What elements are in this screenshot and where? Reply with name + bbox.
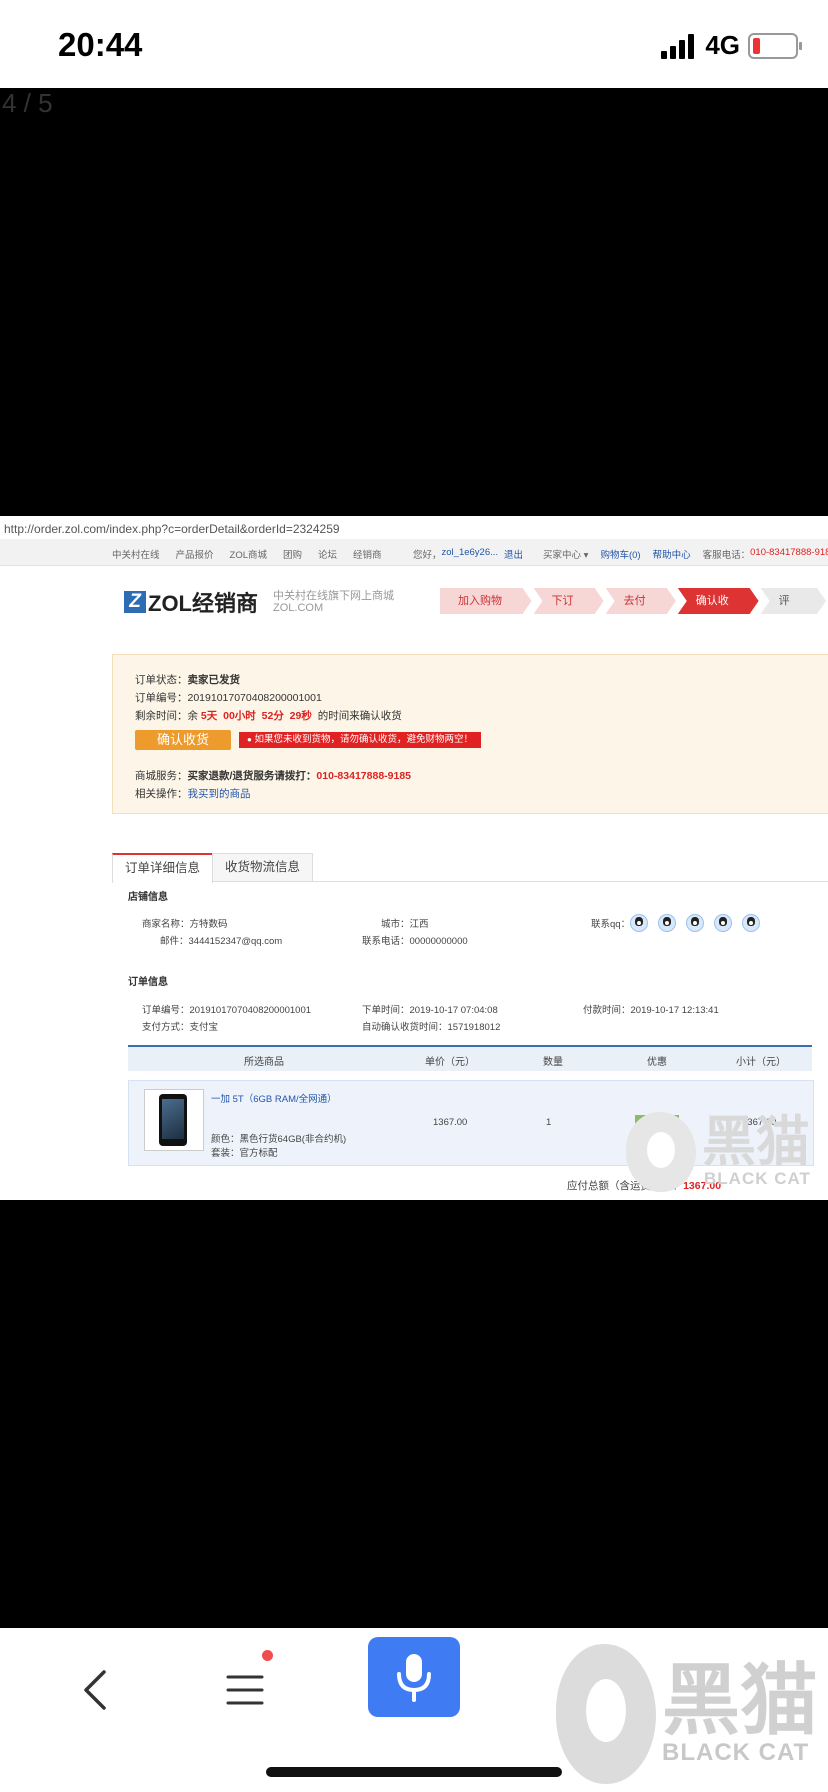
warning-banner: ● 如果您未收到货物，请勿确认收货，避免财物两空！ bbox=[239, 732, 481, 748]
quantity: 1 bbox=[546, 1117, 552, 1128]
slogan: 中关村在线旗下网上商城 ZOL.COM bbox=[273, 590, 394, 614]
order-status-box: 订单状态：卖家已发货 订单编号：20191017070408200001001 … bbox=[112, 654, 828, 814]
confirm-receipt-button[interactable]: 确认收货 bbox=[135, 730, 231, 750]
notification-dot bbox=[262, 1650, 273, 1661]
back-icon[interactable] bbox=[78, 1668, 114, 1712]
battery-icon bbox=[748, 32, 802, 59]
qq-contacts bbox=[630, 914, 770, 932]
tab-logistics[interactable]: 收货物流信息 bbox=[212, 853, 314, 881]
qq-icon[interactable] bbox=[686, 914, 704, 932]
step-add-cart: 加入购物车 bbox=[440, 588, 532, 614]
image-pager: 4 / 5 bbox=[2, 88, 53, 118]
step-confirm-receipt: 确认收货 bbox=[678, 588, 759, 614]
microphone-icon bbox=[397, 1654, 431, 1702]
store-info-heading: 店铺信息 bbox=[128, 892, 168, 903]
cat-logo-icon bbox=[556, 1644, 656, 1784]
service-phone: 010-83417888-9185 bbox=[750, 547, 828, 558]
logo-text: ZOL经销商 bbox=[148, 591, 258, 616]
topnav-group[interactable]: 团购 bbox=[283, 547, 302, 561]
topnav-dealer[interactable]: 经销商 bbox=[353, 547, 382, 561]
username-link[interactable]: zol_1e6y26... bbox=[442, 547, 499, 561]
product-color: 黑色行货64GB(非合约机) bbox=[239, 1134, 347, 1145]
product-table-header: 所选商品 单价（元） 数量 优惠 小计（元） bbox=[128, 1045, 812, 1071]
mall-service-phone: 010-83417888-9185 bbox=[316, 770, 412, 782]
buyer-center-menu[interactable]: 买家中心 ▾ bbox=[543, 547, 588, 561]
order-time: 2019-10-17 07:04:08 bbox=[409, 1005, 498, 1016]
network-type: 4G bbox=[705, 30, 740, 60]
logo-mark: Z bbox=[124, 591, 146, 613]
step-pay: 去付款 bbox=[606, 588, 676, 614]
cat-logo-icon bbox=[626, 1112, 696, 1192]
product-image[interactable] bbox=[144, 1089, 204, 1151]
signal-icon bbox=[661, 33, 697, 59]
logout-link[interactable]: 退出 bbox=[504, 547, 523, 561]
browser-toolbar: 黑猫 BLACK CAT bbox=[0, 1628, 828, 1792]
service-label: 客服电话： bbox=[702, 550, 751, 561]
merchant-phone: 00000000000 bbox=[409, 936, 468, 947]
unit-price: 1367.00 bbox=[433, 1117, 468, 1128]
home-indicator[interactable] bbox=[266, 1767, 562, 1777]
order-info-heading: 订单信息 bbox=[128, 977, 168, 988]
merchant-name: 方特数码 bbox=[189, 919, 228, 930]
cart-link[interactable]: 购物车(0) bbox=[600, 547, 640, 561]
product-package: 官方标配 bbox=[239, 1148, 278, 1159]
topnav-price[interactable]: 产品报价 bbox=[176, 547, 214, 561]
qq-icon[interactable] bbox=[742, 914, 760, 932]
qq-label: 联系qq： bbox=[591, 919, 631, 930]
order-number: 20191017070408200001001 bbox=[187, 692, 322, 704]
help-link[interactable]: 帮助中心 bbox=[653, 547, 691, 561]
page-url: http://order.zol.com/index.php?c=orderDe… bbox=[4, 522, 340, 536]
pay-time: 2019-10-17 12:13:41 bbox=[630, 1005, 719, 1016]
status-bar: 20:44 4G bbox=[0, 0, 828, 88]
top-nav: 中关村在线 产品报价 ZOL商城 团购 论坛 经销商 您好， zol_1e6y2… bbox=[0, 539, 828, 566]
my-purchases-link[interactable]: 我买到的商品 bbox=[188, 788, 251, 800]
order-status: 卖家已发货 bbox=[187, 674, 241, 686]
zol-logo[interactable]: Z ZOL经销商 bbox=[124, 586, 258, 618]
qq-icon[interactable] bbox=[630, 914, 648, 932]
remaining-time: 剩余时间：余 5天 00小时 52分 29秒 的时间来确认收货 bbox=[135, 710, 402, 722]
tab-order-detail[interactable]: 订单详细信息 bbox=[112, 853, 214, 883]
step-review: 评价 bbox=[761, 588, 826, 614]
merchant-email: 3444152347@qq.com bbox=[188, 936, 283, 947]
order-detail-screenshot: http://order.zol.com/index.php?c=orderDe… bbox=[0, 516, 828, 1200]
menu-icon[interactable] bbox=[226, 1670, 266, 1710]
black-cat-watermark-bottom: 黑猫 BLACK CAT bbox=[556, 1644, 818, 1784]
black-cat-watermark: 黑猫 BLACK CAT bbox=[626, 1112, 811, 1192]
voice-search-button[interactable] bbox=[368, 1637, 460, 1717]
city: 江西 bbox=[409, 919, 429, 930]
topnav-forum[interactable]: 论坛 bbox=[318, 547, 337, 561]
detail-tabs: 订单详细信息 收货物流信息 bbox=[112, 851, 828, 883]
product-name-link[interactable]: 一加 5T（6GB RAM/全网通） bbox=[211, 1091, 337, 1105]
order-progress-steps: 加入购物车 下订单 去付款 确认收货 评价 bbox=[440, 588, 828, 614]
qq-icon[interactable] bbox=[658, 914, 676, 932]
status-time: 20:44 bbox=[58, 26, 143, 63]
greeting: 您好， bbox=[413, 550, 442, 561]
auto-confirm-time: 1571918012 bbox=[447, 1022, 501, 1033]
step-place-order: 下订单 bbox=[534, 588, 604, 614]
topnav-mall[interactable]: ZOL商城 bbox=[230, 547, 267, 561]
pay-method: 支付宝 bbox=[189, 1022, 219, 1033]
topnav-zol[interactable]: 中关村在线 bbox=[112, 547, 160, 561]
qq-icon[interactable] bbox=[714, 914, 732, 932]
